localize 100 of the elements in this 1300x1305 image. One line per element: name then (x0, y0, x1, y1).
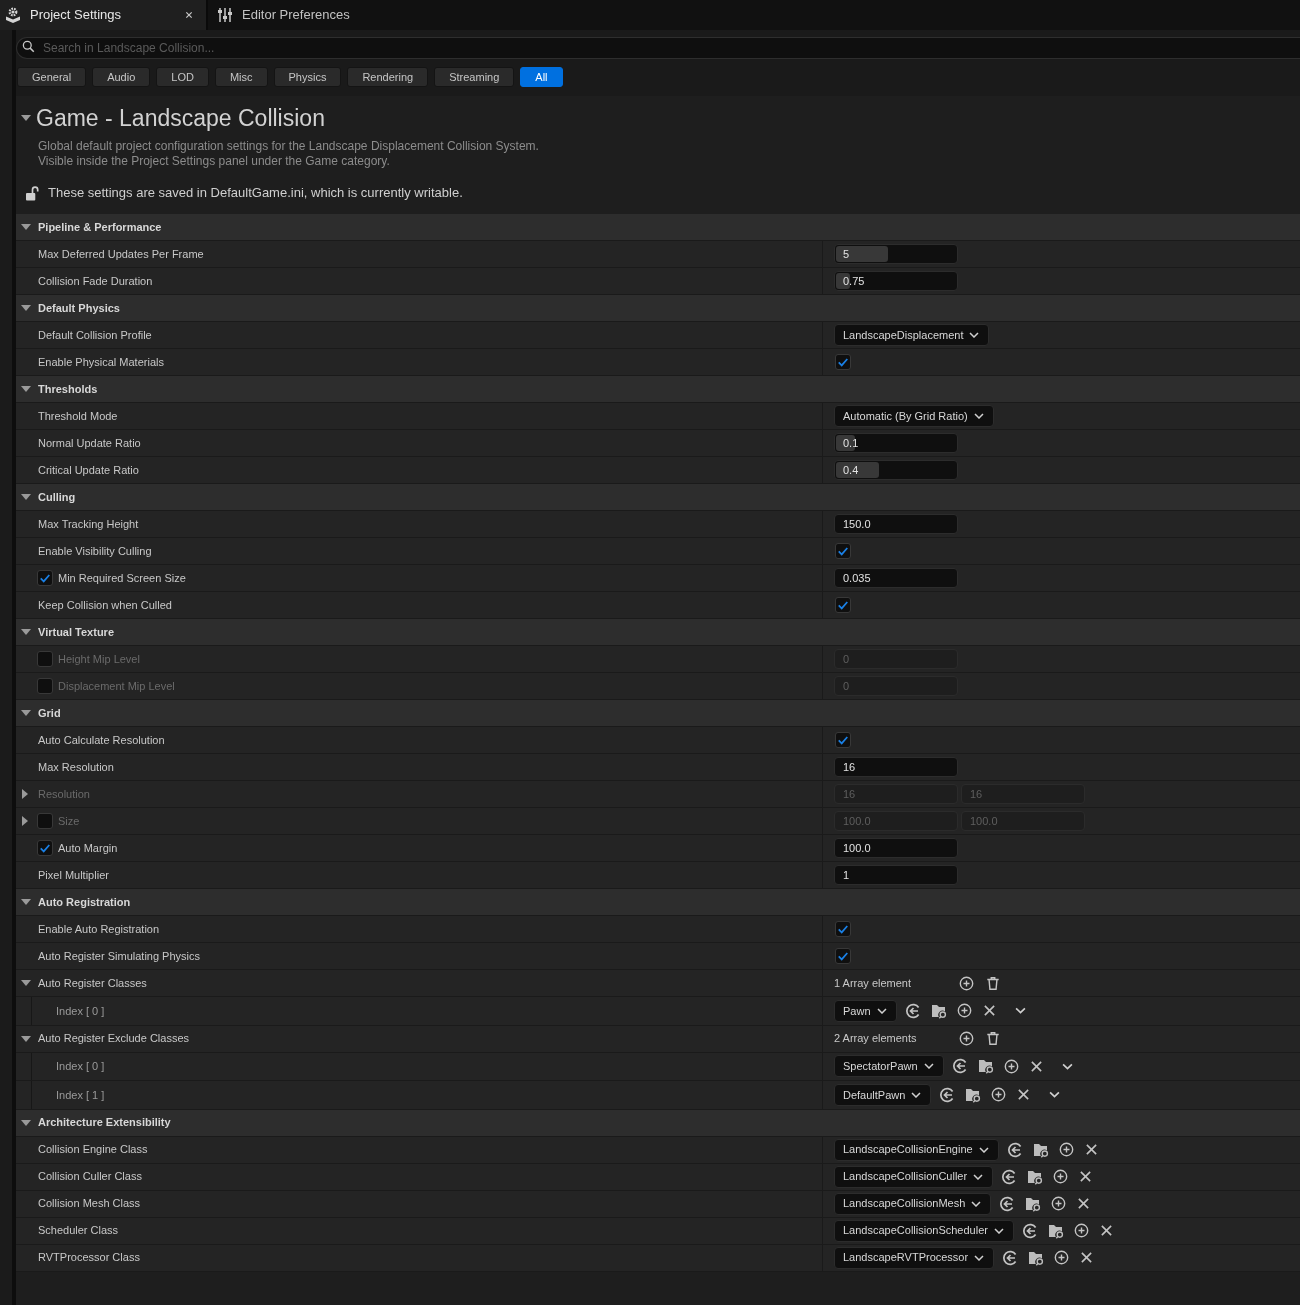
folder-search-icon[interactable] (1027, 1168, 1044, 1185)
plus-circle-icon[interactable] (1073, 1223, 1089, 1238)
triangle-down-icon[interactable] (21, 1119, 31, 1126)
slider-field[interactable]: 5 (834, 244, 958, 264)
slider-field[interactable]: 0.4 (834, 460, 958, 480)
filter-button[interactable]: Rendering (347, 67, 429, 87)
property-label: Keep Collision when Culled (38, 597, 172, 613)
filter-button[interactable]: Audio (92, 67, 151, 87)
property-label: Auto Margin (58, 840, 118, 856)
class-dropdown[interactable]: LandscapeCollisionEngine (834, 1138, 999, 1161)
tab[interactable]: Project Settings (0, 0, 206, 30)
search-field[interactable]: Search in Landscape Collision... (16, 37, 1300, 59)
number-field[interactable]: 100.0 (834, 838, 958, 858)
triangle-down-icon[interactable] (21, 629, 31, 635)
chevron-down-icon[interactable] (1014, 1007, 1026, 1015)
slider-field[interactable]: 0.1 (834, 433, 958, 453)
checkmark-icon (837, 545, 849, 557)
property-label: Collision Mesh Class (38, 1196, 141, 1212)
class-dropdown[interactable]: LandscapeCollisionCuller (834, 1165, 994, 1188)
plus-circle-icon[interactable] (1058, 1142, 1074, 1157)
plus-circle-icon[interactable] (959, 1031, 974, 1046)
chevron-down-icon[interactable] (1061, 1062, 1073, 1070)
plus-circle-icon[interactable] (991, 1087, 1007, 1103)
arrow-left-circle-icon[interactable] (1001, 1168, 1018, 1185)
plus-circle-icon[interactable] (959, 975, 974, 991)
chevron-down-icon[interactable] (1049, 1091, 1061, 1099)
dropdown[interactable]: Automatic (By Grid Ratio) (834, 405, 994, 427)
number-field[interactable]: 16 (834, 757, 958, 777)
number-field[interactable]: 1 (834, 865, 958, 885)
folder-search-icon[interactable] (1028, 1249, 1045, 1266)
array-count: 2 Array elements (834, 1031, 917, 1047)
close-icon[interactable] (1029, 1059, 1043, 1073)
folder-search-icon[interactable] (977, 1058, 994, 1075)
plus-circle-icon[interactable] (1051, 1196, 1067, 1211)
checkbox[interactable] (835, 354, 851, 370)
number-field[interactable]: 0.035 (834, 568, 958, 588)
checkbox[interactable] (835, 543, 851, 559)
arrow-left-circle-icon[interactable] (999, 1195, 1016, 1212)
filter-button[interactable]: Physics (273, 67, 342, 87)
checkbox[interactable] (835, 921, 851, 937)
arrow-left-circle-icon[interactable] (1002, 1249, 1019, 1266)
folder-search-icon[interactable] (1025, 1195, 1042, 1212)
property-label: Scheduler Class (38, 1223, 119, 1239)
arrow-left-circle-icon[interactable] (1006, 1141, 1023, 1158)
section-description: Global default project configuration settings for the Landscape Displacement Collision System. (38, 139, 539, 154)
property-label: Auto Register Simulating Physics (38, 948, 200, 964)
property-label: Collision Fade Duration (38, 273, 153, 289)
close-icon[interactable] (982, 1004, 996, 1018)
filter-button[interactable]: Misc (214, 67, 268, 87)
triangle-down-icon[interactable] (21, 224, 31, 230)
dropdown[interactable]: LandscapeDisplacement (834, 324, 990, 346)
class-dropdown[interactable]: SpectatorPawn (834, 1055, 944, 1078)
triangle-down-icon[interactable] (21, 494, 31, 500)
filter-button[interactable]: All (520, 67, 563, 87)
chevron-down-icon (923, 1063, 934, 1070)
filter-button[interactable]: LOD (156, 67, 209, 87)
close-icon[interactable] (1017, 1088, 1031, 1102)
property-label: Threshold Mode (38, 408, 118, 424)
class-dropdown[interactable]: DefaultPawn (834, 1083, 932, 1106)
triangle-down-icon[interactable] (21, 115, 31, 121)
triangle-down-icon[interactable] (21, 899, 31, 905)
arrow-left-circle-icon[interactable] (951, 1058, 968, 1075)
checkbox[interactable] (835, 732, 851, 748)
folder-search-icon[interactable] (965, 1086, 982, 1103)
plus-circle-icon[interactable] (956, 1003, 972, 1019)
class-dropdown[interactable]: Pawn (834, 999, 897, 1022)
filter-button[interactable]: General (17, 67, 87, 87)
number-field[interactable]: 150.0 (834, 514, 958, 534)
folder-search-icon[interactable] (1032, 1141, 1049, 1158)
checkbox[interactable] (835, 597, 851, 613)
close-icon[interactable] (1099, 1224, 1113, 1237)
checkbox[interactable] (37, 570, 53, 586)
slider-field[interactable]: 0.75 (834, 271, 958, 291)
plus-circle-icon[interactable] (1053, 1169, 1069, 1184)
plus-circle-icon[interactable] (1054, 1250, 1070, 1265)
arrow-left-circle-icon[interactable] (939, 1086, 956, 1103)
triangle-down-icon[interactable] (21, 1035, 31, 1042)
checkbox[interactable] (835, 948, 851, 964)
class-dropdown[interactable]: LandscapeCollisionMesh (834, 1192, 992, 1215)
folder-search-icon[interactable] (1047, 1222, 1064, 1239)
filter-button[interactable]: Streaming (434, 67, 515, 87)
triangle-down-icon[interactable] (21, 980, 31, 986)
close-icon[interactable] (1077, 1197, 1091, 1210)
class-dropdown[interactable]: LandscapeRVTProcessor (834, 1246, 995, 1269)
checkbox[interactable] (37, 840, 53, 856)
arrow-left-circle-icon[interactable] (904, 1002, 921, 1019)
property-label: Displacement Mip Level (58, 678, 175, 694)
plus-circle-icon[interactable] (1003, 1058, 1019, 1074)
close-icon[interactable] (1080, 1251, 1094, 1264)
folder-search-icon[interactable] (930, 1002, 947, 1019)
close-icon[interactable] (1084, 1143, 1098, 1156)
triangle-down-icon[interactable] (21, 386, 31, 392)
arrow-left-circle-icon[interactable] (1021, 1222, 1038, 1239)
triangle-down-icon[interactable] (21, 710, 31, 716)
trash-icon[interactable] (986, 975, 1000, 991)
close-icon[interactable] (185, 11, 193, 19)
close-icon[interactable] (1079, 1170, 1093, 1183)
class-dropdown[interactable]: LandscapeCollisionScheduler (834, 1219, 1014, 1242)
triangle-down-icon[interactable] (21, 305, 31, 311)
trash-icon[interactable] (986, 1031, 1000, 1046)
